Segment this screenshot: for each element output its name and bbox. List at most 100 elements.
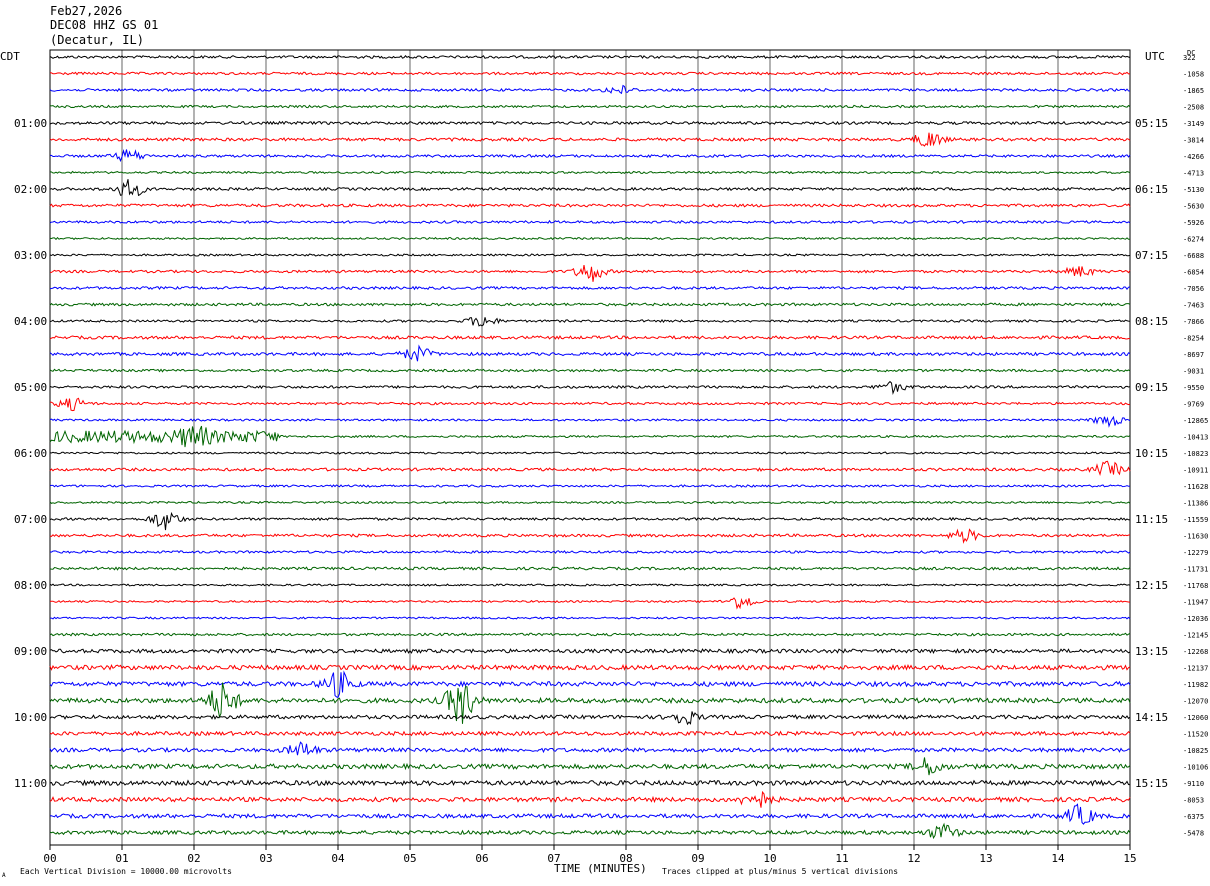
trace-row [49, 632, 1131, 637]
dc-offset-label: -9110 [1183, 780, 1204, 788]
dc-offset-label: -10911 [1183, 467, 1208, 475]
right-hour-label: 06:15 [1135, 183, 1168, 196]
dc-offset-label: -5478 [1183, 830, 1204, 838]
right-hour-label: 12:15 [1135, 579, 1168, 592]
x-tick-label: 03 [259, 852, 272, 865]
trace-row [49, 170, 1131, 175]
trace-row [49, 236, 1130, 241]
dc-offset-label: -5926 [1183, 219, 1204, 227]
right-hour-label: 08:15 [1135, 315, 1168, 328]
dc-offset-label: -4266 [1183, 153, 1204, 161]
trace-row [49, 730, 1131, 737]
trace-row [49, 511, 1131, 531]
dc-offset-label: -10413 [1183, 434, 1208, 442]
dc-offset-label: -7463 [1183, 302, 1204, 310]
dc-offset-label: -12279 [1183, 549, 1208, 557]
right-hour-label: 14:15 [1135, 711, 1168, 724]
trace-row [49, 397, 1131, 412]
dc-offset-label: -7866 [1183, 318, 1204, 326]
dc-offset-label: -12137 [1183, 665, 1208, 673]
dc-offset-label: -10825 [1183, 747, 1208, 755]
dc-offset-label: -11731 [1183, 566, 1208, 574]
dc-offset-label: -11630 [1183, 533, 1208, 541]
dc-offset-label: -8254 [1183, 335, 1204, 343]
right-hour-label: 05:15 [1135, 117, 1168, 130]
dc-offset-label: -4713 [1183, 170, 1204, 178]
trace-row [49, 803, 1131, 825]
x-tick-label: 05 [403, 852, 416, 865]
trace-row [49, 302, 1131, 307]
x-tick-label: 04 [331, 852, 345, 865]
dc-offset-label: -1058 [1183, 71, 1204, 79]
dc-offset-label: -12145 [1183, 632, 1208, 640]
dc-offset-label: -9031 [1183, 368, 1204, 376]
dc-offset-label: -11628 [1183, 483, 1208, 491]
clipping-note: Traces clipped at plus/minus 5 vertical … [662, 867, 899, 876]
trace-row [49, 344, 1131, 362]
trace-row [49, 460, 1131, 476]
right-hour-label: 10:15 [1135, 447, 1168, 460]
dc-offset-label: -9550 [1183, 384, 1204, 392]
dc-offset-label: -1865 [1183, 87, 1204, 95]
plot-frame [49, 49, 1131, 846]
dc-offset-label: -12268 [1183, 648, 1208, 656]
trace-row [49, 451, 1131, 455]
dc-offset-label: -6688 [1183, 252, 1204, 260]
dc-offset-label: -12070 [1183, 698, 1208, 706]
trace-row [49, 84, 1131, 95]
trace-row [49, 104, 1131, 109]
left-hour-label: 09:00 [14, 645, 47, 658]
dc-offset-label: -6375 [1183, 813, 1204, 821]
left-hour-label: 11:00 [14, 777, 47, 790]
left-hour-label: 05:00 [14, 381, 47, 394]
trace-row [49, 583, 1131, 587]
dc-offset-label: -2508 [1183, 104, 1204, 112]
dc-offset-label: -5630 [1183, 203, 1204, 211]
dc-offset-label: -6854 [1183, 269, 1204, 277]
left-hour-label: 06:00 [14, 447, 47, 460]
trace-row [49, 149, 1131, 163]
helicorder-plot: 00 01 02 03 04 05 06 07 08 09 10 11 12 13 14 15322-1058… [14, 49, 1208, 865]
right-hour-label: 07:15 [1135, 249, 1168, 262]
trace-row [49, 317, 1131, 327]
dc-offset-label: -10106 [1183, 764, 1208, 772]
trace-row [49, 790, 1131, 808]
dc-offset-label: -6274 [1183, 236, 1204, 244]
trace-row [49, 380, 1131, 396]
dc-offset-label: -11768 [1183, 582, 1208, 590]
left-hour-label: 10:00 [14, 711, 47, 724]
left-hour-label: 01:00 [14, 117, 47, 130]
x-tick-label: 06 [475, 852, 488, 865]
trace-row [49, 484, 1131, 488]
trace-row [49, 335, 1131, 340]
trace-row [49, 597, 1131, 610]
trace-row [49, 711, 1131, 726]
left-hour-label: 02:00 [14, 183, 47, 196]
trace-row [49, 368, 1131, 373]
left-hour-label: 04:00 [14, 315, 47, 328]
trace-row [49, 285, 1131, 291]
x-tick-label: 14 [1051, 852, 1065, 865]
trace-row [49, 500, 1131, 505]
trace-row [49, 528, 1131, 544]
trace-row [49, 415, 1131, 428]
trace-row [49, 253, 1131, 257]
corner-mark: A [2, 872, 6, 879]
x-tick-label: 11 [835, 852, 848, 865]
trace-row [49, 566, 1131, 571]
x-tick-label: 00 [43, 852, 56, 865]
dc-offset-label: -8053 [1183, 797, 1204, 805]
trace-row [49, 779, 1131, 787]
x-tick-label: 12 [907, 852, 920, 865]
trace-row [49, 425, 1131, 448]
trace-row [49, 132, 1131, 147]
dc-offset-label: -11520 [1183, 731, 1208, 739]
dc-offset-label: -11559 [1183, 516, 1208, 524]
trace-row [49, 219, 1131, 224]
trace-row [49, 71, 1130, 76]
x-tick-label: 13 [979, 852, 992, 865]
trace-row [49, 203, 1131, 208]
dc-offset-label: -12865 [1183, 417, 1208, 425]
trace-row [49, 663, 1131, 672]
x-axis-label: TIME (MINUTES) [554, 862, 647, 875]
